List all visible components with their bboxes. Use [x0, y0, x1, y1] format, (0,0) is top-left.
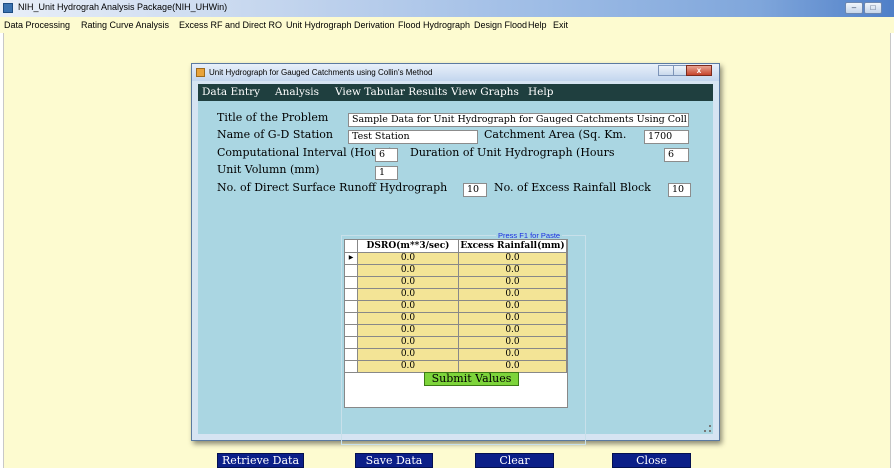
menu-analysis[interactable]: Analysis: [275, 86, 319, 98]
cell-excess-rainfall[interactable]: 0.0: [459, 289, 567, 301]
app-menubar: Data Processing Rating Curve Analysis Ex…: [0, 17, 894, 33]
collins-method-dialog: Unit Hydrograph for Gauged Catchments us…: [191, 63, 720, 468]
cell-dsro[interactable]: 0.0: [358, 277, 459, 289]
cell-dsro[interactable]: 0.0: [358, 253, 459, 265]
cell-excess-rainfall[interactable]: 0.0: [459, 253, 567, 265]
table-row[interactable]: ▶ 0.0 0.0: [345, 253, 567, 265]
menu-view-tabular-results[interactable]: View Tabular Results: [335, 86, 447, 98]
grid-corner: [345, 240, 358, 253]
dialog-maximize-button[interactable]: [673, 65, 687, 76]
unit-volume-input[interactable]: 1: [375, 166, 398, 180]
row-selector[interactable]: [345, 361, 358, 373]
menu-unit-hydrograph-derivation[interactable]: Unit Hydrograph Derivation: [286, 20, 395, 30]
cell-dsro[interactable]: 0.0: [358, 301, 459, 313]
catchment-area-input[interactable]: 1700: [644, 130, 689, 144]
row-selector[interactable]: [345, 289, 358, 301]
menu-rating-curve-analysis[interactable]: Rating Curve Analysis: [81, 20, 169, 30]
menu-view-graphs[interactable]: View Graphs: [451, 86, 519, 98]
cell-dsro[interactable]: 0.0: [358, 265, 459, 277]
dsrh-count-input[interactable]: 10: [463, 183, 487, 197]
row-selector[interactable]: [345, 349, 358, 361]
catchment-area-label: Catchment Area (Sq. Km.: [484, 128, 627, 141]
menu-data-entry[interactable]: Data Entry: [202, 86, 260, 98]
table-row[interactable]: 0.0 0.0: [345, 313, 567, 325]
menu-data-processing[interactable]: Data Processing: [4, 20, 70, 30]
table-row[interactable]: 0.0 0.0: [345, 301, 567, 313]
menu-help[interactable]: Help: [528, 20, 547, 30]
cell-dsro[interactable]: 0.0: [358, 349, 459, 361]
table-row[interactable]: 0.0 0.0: [345, 349, 567, 361]
menu-design-flood[interactable]: Design Flood: [474, 20, 527, 30]
row-selector[interactable]: [345, 337, 358, 349]
cell-excess-rainfall[interactable]: 0.0: [459, 265, 567, 277]
dialog-titlebar[interactable]: Unit Hydrograph for Gauged Catchments us…: [192, 64, 719, 81]
cell-excess-rainfall[interactable]: 0.0: [459, 277, 567, 289]
app-title: NIH_Unit Hydrograh Analysis Package(NIH_…: [18, 2, 228, 12]
dialog-close-icon[interactable]: x: [686, 65, 712, 76]
cell-excess-rainfall[interactable]: 0.0: [459, 337, 567, 349]
cell-excess-rainfall[interactable]: 0.0: [459, 313, 567, 325]
clear-button[interactable]: Clear: [475, 453, 554, 468]
interval-label: Computational Interval (Hours): [217, 146, 393, 159]
table-row[interactable]: 0.0 0.0: [345, 289, 567, 301]
menu-dialog-help[interactable]: Help: [528, 86, 553, 98]
table-row[interactable]: 0.0 0.0: [345, 265, 567, 277]
app-titlebar: NIH_Unit Hydrograh Analysis Package(NIH_…: [0, 0, 894, 17]
erb-count-label: No. of Excess Rainfall Block: [494, 181, 651, 194]
resize-grip-icon[interactable]: [704, 425, 711, 432]
menu-flood-hydrograph[interactable]: Flood Hydrograph: [398, 20, 470, 30]
cell-excess-rainfall[interactable]: 0.0: [459, 325, 567, 337]
station-input[interactable]: Test Station: [348, 130, 478, 144]
duration-input[interactable]: 6: [664, 148, 689, 162]
unit-volume-label: Unit Volumn (mm): [217, 163, 320, 176]
menu-exit[interactable]: Exit: [553, 20, 568, 30]
col-header-dsro[interactable]: DSRO(m**3/sec): [358, 240, 459, 253]
app-icon: [3, 3, 13, 13]
dialog-icon: [196, 68, 205, 77]
grid-header: DSRO(m**3/sec) Excess Rainfall(mm): [345, 240, 567, 253]
retrieve-data-button[interactable]: Retrieve Data: [217, 453, 304, 468]
dialog-menubar: Data Entry Analysis View Tabular Results…: [198, 84, 713, 101]
col-header-excess-rainfall[interactable]: Excess Rainfall(mm): [459, 240, 567, 253]
window-border-right: [890, 33, 894, 468]
row-selector[interactable]: [345, 277, 358, 289]
dialog-body: Title of the Problem Sample Data for Uni…: [198, 101, 713, 468]
dialog-minimize-button[interactable]: [658, 65, 674, 76]
interval-input[interactable]: 6: [375, 148, 398, 162]
menu-excess-rf-direct-ro[interactable]: Excess RF and Direct RO: [179, 20, 282, 30]
cell-dsro[interactable]: 0.0: [358, 289, 459, 301]
submit-values-button[interactable]: Submit Values: [424, 372, 519, 386]
current-row-marker-icon[interactable]: ▶: [345, 253, 358, 265]
save-data-button[interactable]: Save Data: [355, 453, 433, 468]
station-label: Name of G-D Station: [217, 128, 333, 141]
table-row[interactable]: 0.0 0.0: [345, 337, 567, 349]
maximize-button[interactable]: □: [864, 2, 882, 14]
close-button[interactable]: Close: [612, 453, 691, 468]
dsrh-count-label: No. of Direct Surface Runoff Hydrograph: [217, 181, 448, 194]
cell-dsro[interactable]: 0.0: [358, 337, 459, 349]
row-selector[interactable]: [345, 325, 358, 337]
erb-count-input[interactable]: 10: [668, 183, 691, 197]
row-selector[interactable]: [345, 301, 358, 313]
cell-dsro[interactable]: 0.0: [358, 313, 459, 325]
title-label: Title of the Problem: [217, 111, 329, 124]
table-row[interactable]: 0.0 0.0: [345, 325, 567, 337]
duration-label: Duration of Unit Hydrograph (Hours: [410, 146, 615, 159]
cell-excess-rainfall[interactable]: 0.0: [459, 301, 567, 313]
row-selector[interactable]: [345, 313, 358, 325]
table-row[interactable]: 0.0 0.0: [345, 277, 567, 289]
row-selector[interactable]: [345, 265, 358, 277]
minimize-button[interactable]: –: [845, 2, 863, 14]
title-input[interactable]: Sample Data for Unit Hydrograph for Gaug…: [348, 113, 689, 127]
dialog-title: Unit Hydrograph for Gauged Catchments us…: [209, 68, 433, 77]
cell-excess-rainfall[interactable]: 0.0: [459, 349, 567, 361]
cell-dsro[interactable]: 0.0: [358, 325, 459, 337]
window-border-left: [0, 33, 4, 468]
